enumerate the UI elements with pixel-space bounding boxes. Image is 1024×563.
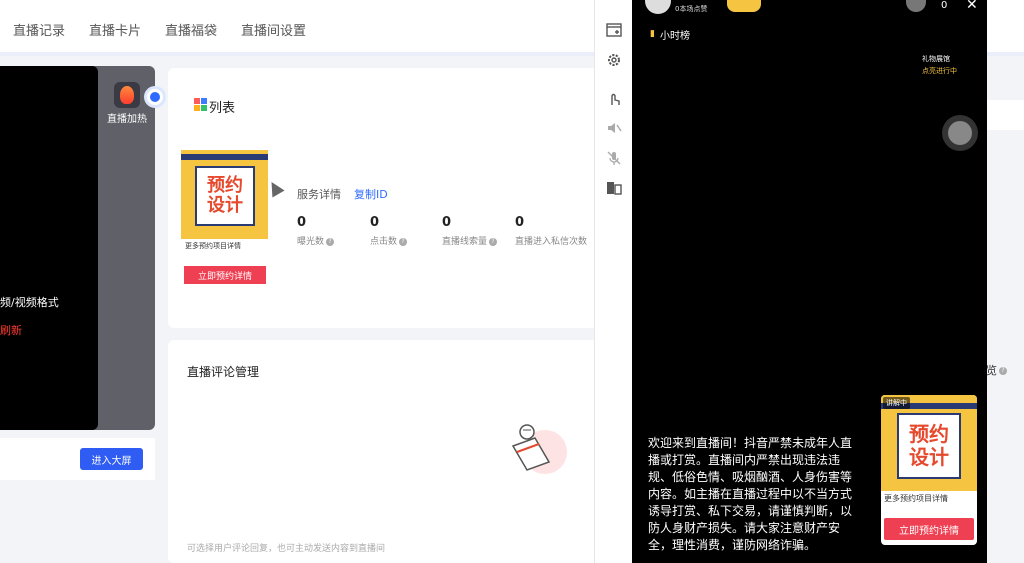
window-add-icon[interactable] [606,22,622,38]
live-room-notice: 欢迎来到直播间！抖音严禁未成年人直播或打赏。直播间内严禁出现违法违规、低俗色情、… [648,436,853,552]
help-icon: ? [489,237,498,246]
touch-icon[interactable] [606,90,622,106]
copy-id-link[interactable]: 复制ID [354,186,388,202]
right-panel-fragment [986,100,1024,130]
empty-state-illustration-icon [511,424,567,474]
gear-icon[interactable] [606,52,622,68]
card-caption: 更多预约项目详情 [884,494,948,503]
comment-hint: 可选择用户评论回复，也可主动发送内容到直播间 [187,544,386,554]
help-icon: ? [326,237,335,246]
explaining-product-card[interactable]: 预约 设计 讲解中 更多预约项目详情 立即预约详情 [881,395,977,545]
promo-caption: 更多预约项目详情 [181,239,268,253]
gift-hall-title[interactable]: 礼物展馆 [922,54,950,64]
card-book-now-button[interactable]: 立即预约详情 [884,518,974,540]
record-indicator-icon[interactable] [144,86,166,108]
comment-management-title: 直播评论管理 [187,365,260,379]
enter-big-screen-button[interactable]: 进入大屏 [80,448,143,470]
product-image: 预约 设计 讲解中 [881,395,977,491]
close-icon[interactable]: ✕ [966,0,978,13]
promo-line-1: 预约 [207,175,243,196]
tab-live-room-settings[interactable]: 直播间设置 [241,20,306,39]
product-thumbnail[interactable]: 预约 设计 更多预约项目详情 [181,150,268,253]
follow-button[interactable] [727,0,761,12]
stat-dm-value: 0 [515,215,525,230]
stat-exposure-label: 曝光数? [297,234,335,247]
live-preview-video [0,66,98,430]
list-title: 列表 [209,101,236,116]
help-icon: ? [999,367,1007,375]
tab-live-records[interactable]: 直播记录 [13,20,65,39]
card-line-1: 预约 [909,422,949,446]
tab-live-lucky-bag[interactable]: 直播福袋 [165,20,217,39]
phone-toolbar [594,0,632,563]
viewer-count: 0 [941,0,948,11]
stat-clicks-label: 点击数? [370,234,408,247]
refresh-link[interactable]: 刷新 [0,322,22,338]
list-logo-icon [194,98,207,111]
card-line-2: 设计 [909,445,949,469]
likes-count: 0本场点赞 [675,5,708,13]
promo-line-2: 设计 [207,195,243,216]
stat-leads-label: 直播线索量? [442,234,498,247]
book-now-button[interactable]: 立即预约详情 [184,266,266,284]
stat-leads-value: 0 [442,215,452,230]
rank-bars-icon: ▮ [650,29,655,39]
stat-exposure-value: 0 [297,215,307,230]
format-hint: 频/视频格式 [0,296,59,309]
explaining-badge: 讲解中 [883,397,910,409]
hourly-rank-label[interactable]: 小时榜 [660,27,690,42]
right-preview-label: 览? [986,362,1007,378]
split-screen-icon[interactable] [606,180,622,196]
mute-speaker-icon[interactable] [606,120,622,136]
mute-microphone-icon[interactable] [606,150,622,166]
record-button-icon[interactable] [942,115,978,151]
boost-label: 直播加热 [107,114,147,125]
flame-icon[interactable] [114,82,140,108]
live-preview-panel: 频/视频格式 刷新 直播加热 [0,66,155,430]
help-icon: ? [399,237,408,246]
stat-dm-label: 直播进入私信次数 [515,237,588,247]
tab-live-cards[interactable]: 直播卡片 [89,20,141,39]
service-detail-label: 服务详情 [297,188,341,201]
gift-hall-status: 点亮进行中 [922,67,957,75]
stat-clicks-value: 0 [370,215,380,230]
